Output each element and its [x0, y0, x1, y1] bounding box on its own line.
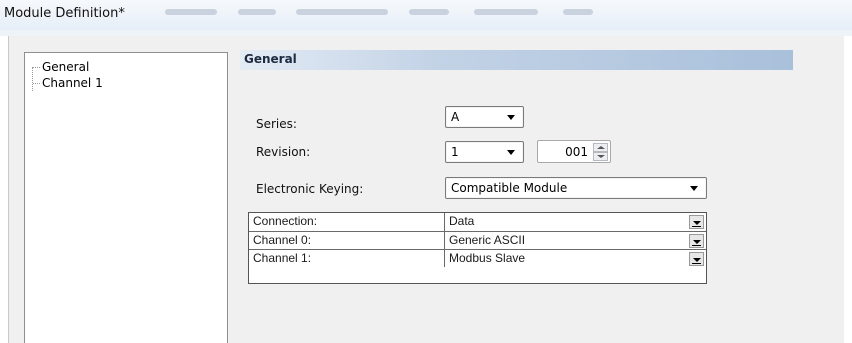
chevron-down-icon: [690, 185, 698, 191]
tree-connector: [33, 82, 40, 84]
category-tree[interactable]: General Channel 1: [24, 52, 228, 343]
channel-1-value-cell[interactable]: Modbus Slave: [446, 250, 706, 267]
dropdown-arrow-icon[interactable]: [689, 252, 704, 266]
revision-major-value: 1: [451, 145, 459, 159]
tree-item-label: Channel 1: [42, 76, 103, 90]
blurred-menu-item: [563, 9, 593, 15]
series-label: Series:: [256, 117, 297, 131]
revision-label: Revision:: [256, 145, 311, 159]
revision-minor-value: 001: [565, 145, 588, 159]
spin-up-icon[interactable]: [593, 143, 608, 152]
grid-row-channel-1: Channel 1: Modbus Slave: [249, 249, 706, 267]
blurred-menu-item: [165, 9, 217, 15]
chevron-down-icon: [507, 149, 515, 155]
series-value: A: [451, 110, 460, 124]
revision-minor-spinner[interactable]: 001: [537, 140, 611, 163]
tree-item-channel-1[interactable]: Channel 1: [33, 75, 103, 91]
electronic-keying-value: Compatible Module: [451, 181, 568, 195]
grid-row-label: Channel 1:: [249, 250, 445, 267]
blurred-menu-item: [409, 9, 449, 15]
section-header: General: [240, 50, 793, 70]
tree-item-label: General: [42, 60, 90, 74]
spin-down-icon[interactable]: [593, 152, 608, 161]
electronic-keying-label: Electronic Keying:: [256, 182, 364, 196]
revision-major-dropdown[interactable]: 1: [445, 141, 524, 163]
blurred-menu-item: [474, 9, 538, 15]
window-title: Module Definition*: [4, 6, 125, 21]
dropdown-arrow-icon[interactable]: [689, 234, 704, 248]
chevron-down-icon: [507, 114, 515, 120]
window-title-bar: Module Definition*: [0, 0, 852, 30]
grid-row-value: Modbus Slave: [449, 251, 526, 265]
grid-row-value: Generic ASCII: [449, 233, 526, 247]
blurred-menu-item: [238, 9, 276, 15]
grid-row-channel-0: Channel 0: Generic ASCII: [249, 231, 706, 249]
connection-value-cell[interactable]: Data: [446, 213, 706, 231]
electronic-keying-dropdown[interactable]: Compatible Module: [445, 177, 707, 199]
channel-0-value-cell[interactable]: Generic ASCII: [446, 232, 706, 249]
grid-row-label: Channel 0:: [249, 232, 445, 249]
blurred-menu-item: [296, 9, 388, 15]
series-dropdown[interactable]: A: [445, 106, 524, 128]
connection-grid: Connection: Data Channel 0: Generic ASCI…: [248, 212, 707, 284]
grid-row-connection: Connection: Data: [249, 213, 706, 231]
tree-connector: [33, 66, 40, 68]
grid-row-value: Data: [449, 214, 475, 228]
section-title: General: [244, 52, 297, 66]
dropdown-arrow-icon[interactable]: [689, 215, 704, 229]
tree-item-general[interactable]: General: [33, 59, 89, 75]
grid-row-label: Connection:: [249, 213, 445, 231]
